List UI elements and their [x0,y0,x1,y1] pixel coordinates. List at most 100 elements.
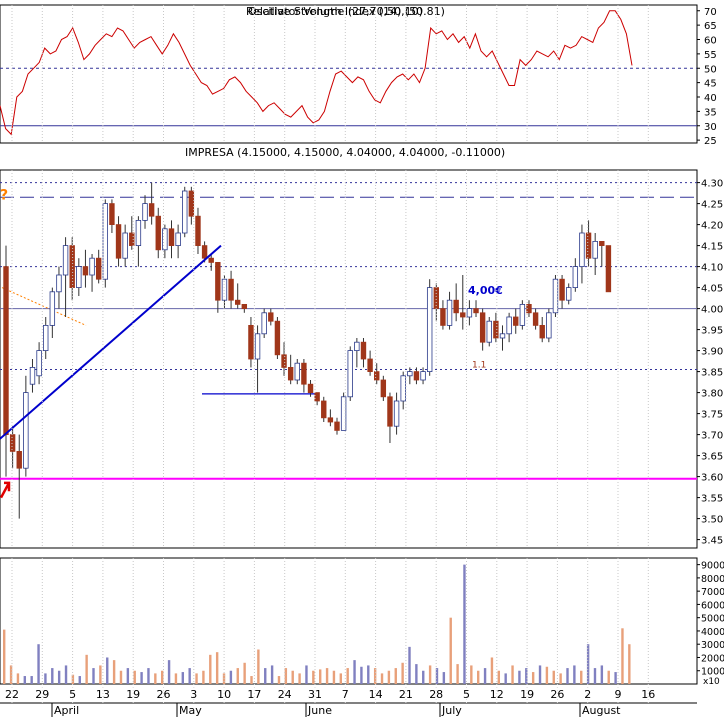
candle-body [393,400,400,427]
volume-bar [415,664,418,684]
rsi-tick-label: 40 [704,93,717,104]
rsi-tick-label: 45 [704,79,717,90]
volume-bar [257,649,260,684]
x-tick-label: 26 [550,688,564,701]
candle-body [585,232,592,259]
candle-body [254,333,261,360]
candle-body [56,274,62,293]
candle-body [519,303,526,326]
x-tick-label: 2 [584,688,591,701]
candle-body [135,219,142,246]
volume-bar [264,668,267,684]
volume-tick-label: 30000 [701,640,724,651]
volume-bar [277,676,281,684]
volume-bar [628,644,631,684]
volume-bar [140,672,143,684]
rsi-tick-label: 25 [704,136,717,147]
volume-bar [188,668,191,684]
candle-body [228,278,234,301]
price-tick-label: 4.30 [701,179,723,190]
volume-bar [614,672,617,684]
volume-bar [552,670,555,684]
volume-bar [607,670,610,684]
candle-body [234,299,241,305]
price-tick-label: 3.75 [701,410,723,421]
x-tick-label: 26 [157,688,171,701]
volume-bar [195,673,198,684]
rsi-frame [0,4,698,144]
volume-bar [353,660,356,684]
price-tick-label: 3.60 [701,473,723,484]
candle-body [446,299,453,326]
price-tick-label: 3.70 [701,431,723,442]
candle-body [413,371,420,381]
price-tick-label: 4.25 [701,200,723,211]
x-tick-label: 5 [69,688,76,701]
volume-bar [270,665,274,684]
volume-bar [78,676,81,684]
candle-body [82,266,89,276]
x-tick-label: 21 [399,688,413,701]
candle-body [367,358,373,372]
price-tick-label: 3.45 [701,536,723,547]
volume-tick-label: 50000 [701,614,724,625]
rsi-tick-label: 50 [704,64,717,75]
candle-body [9,434,16,452]
volume-bar [580,670,583,684]
volume-bar [325,668,329,684]
volume-bar [380,673,384,684]
rsi-tick-label: 55 [704,50,717,61]
month-label: May [179,704,202,717]
candle-body [440,308,446,326]
candle-body [314,392,320,402]
candle-body [23,392,29,469]
rsi-line [0,10,633,136]
volume-bar [600,665,604,684]
rsi-tick-label: 30 [704,122,717,133]
candle-body [115,224,122,259]
arrow-icon [0,481,11,499]
candle-body [479,312,486,343]
candle-body [168,228,175,247]
candle-body [426,287,433,373]
price-tick-label: 3.80 [701,389,723,400]
candle-body [566,287,572,301]
volume-bar [126,668,130,684]
rsi-tick-label: 65 [704,21,717,32]
candle-body [559,278,565,301]
volume-bar [229,670,233,684]
candle-body [215,261,221,301]
volume-bar [463,564,466,684]
candle-body [301,362,307,385]
x-tick-label: 13 [96,688,110,701]
candle-body [334,421,340,431]
volume-bar [408,646,411,684]
price-title: IMPRESA (4.15000, 4.15000, 4.04000, 4.04… [185,146,505,159]
x-tick-label: 7 [342,688,349,701]
candle-body [281,354,287,368]
candle-body [532,312,539,326]
volume-bar [559,673,562,684]
candle-body [29,366,36,385]
month-label: April [54,704,79,717]
volume-bar [573,665,576,684]
candle-body [248,324,254,360]
volume-bar [593,668,597,684]
volume-bar [449,617,452,684]
candle-body [453,299,459,314]
price-label-annotation: 4,00€ [468,284,503,297]
volume-bar [147,668,150,684]
volume-bar [133,670,136,684]
x-tick-label: 5 [463,688,470,701]
volume-bar [470,665,473,684]
volume-tick-label: 60000 [701,600,724,611]
price-tick-label: 4.05 [701,284,723,295]
volume-multiplier: x10 [703,677,720,687]
candle-body [400,375,406,402]
volume-tick-label: 80000 [701,574,724,585]
volume-bar [305,665,308,684]
volume-bar [174,673,178,684]
x-tick-label: 3 [190,688,197,701]
candle-body [506,316,512,335]
stock-chart: 25303540455055606570Oscillator Volume (2… [0,4,724,717]
